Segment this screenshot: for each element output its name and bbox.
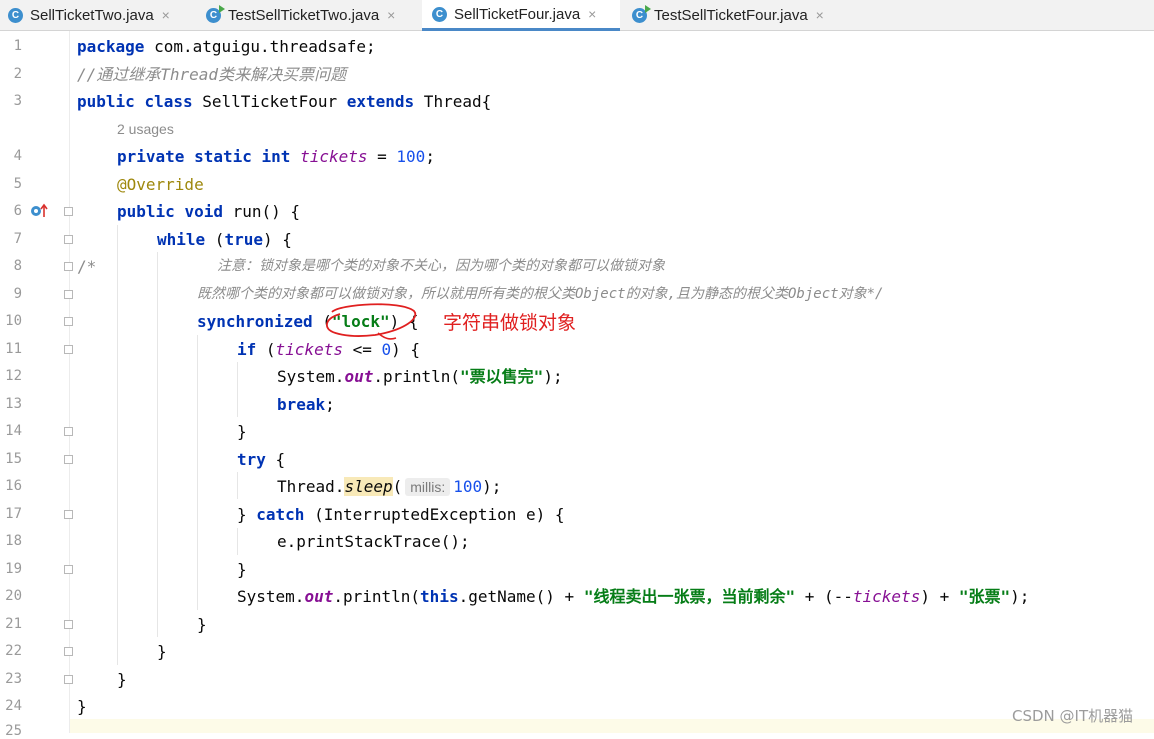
fold-marker[interactable] xyxy=(64,427,73,436)
line-number: 20 xyxy=(5,588,22,604)
line-number: 7 xyxy=(13,231,22,247)
tab-label: TestSellTicketFour.java xyxy=(654,6,808,24)
line-number: 24 xyxy=(5,698,22,714)
code-line: /* xyxy=(77,257,97,276)
current-line-highlight xyxy=(70,719,1154,733)
line-number: 5 xyxy=(13,176,22,192)
indent-guide xyxy=(197,335,198,610)
fold-marker[interactable] xyxy=(64,620,73,629)
line-number: 17 xyxy=(5,506,22,522)
usages-hint[interactable]: 2 usages xyxy=(117,121,174,137)
code-line: System.out.println(this.getName() + "线程卖… xyxy=(237,587,1030,606)
code-line: e.printStackTrace(); xyxy=(277,532,470,551)
code-line: break; xyxy=(277,395,335,414)
parameter-hint: millis: xyxy=(405,478,451,496)
fold-marker[interactable] xyxy=(64,345,73,354)
tab-sellticket-four[interactable]: C SellTicketFour.java × xyxy=(422,0,620,31)
line-number: 2 xyxy=(13,66,22,82)
line-number: 9 xyxy=(13,286,22,302)
fold-marker[interactable] xyxy=(64,675,73,684)
line-number: 23 xyxy=(5,671,22,687)
tab-label: TestSellTicketTwo.java xyxy=(228,6,380,24)
close-icon[interactable]: × xyxy=(162,7,170,23)
fold-marker[interactable] xyxy=(64,235,73,244)
line-number: 11 xyxy=(5,341,22,357)
close-icon[interactable]: × xyxy=(816,7,824,23)
code-line: package com.atguigu.threadsafe; xyxy=(77,37,376,56)
code-line: public void run() { xyxy=(117,202,301,221)
code-line: if (tickets <= 0) { xyxy=(237,340,421,359)
code-line: Thread.sleep(millis: 100); xyxy=(277,477,502,496)
class-icon: C xyxy=(432,6,447,22)
close-icon[interactable]: × xyxy=(588,6,596,22)
line-number: 10 xyxy=(5,313,22,329)
tab-test-sellticket-two[interactable]: C TestSellTicketTwo.java × xyxy=(206,0,418,30)
indent-guide xyxy=(117,225,118,665)
indent-guide xyxy=(157,252,158,637)
fold-marker[interactable] xyxy=(64,510,73,519)
line-number: 14 xyxy=(5,423,22,439)
code-line: try { xyxy=(237,450,286,469)
runnable-class-icon: C xyxy=(206,4,225,23)
tab-label: SellTicketFour.java xyxy=(454,5,581,23)
indent-guide xyxy=(237,472,238,499)
fold-marker[interactable] xyxy=(64,317,73,326)
code-line: System.out.println("票以售完"); xyxy=(277,367,563,386)
code-line: } xyxy=(157,642,167,661)
annotation-note: 字符串做锁对象 xyxy=(443,312,577,334)
indent-guide xyxy=(237,362,238,417)
line-number: 1 xyxy=(13,38,22,54)
tab-test-sellticket-four[interactable]: C TestSellTicketFour.java × xyxy=(632,0,847,30)
line-number: 15 xyxy=(5,451,22,467)
line-number: 4 xyxy=(13,148,22,164)
code-line: private static int tickets = 100; xyxy=(117,147,435,166)
code-line: //通过继承Thread类来解决买票问题 xyxy=(77,65,347,84)
tab-label: SellTicketTwo.java xyxy=(30,6,154,24)
fold-marker[interactable] xyxy=(64,290,73,299)
class-icon: C xyxy=(8,7,23,23)
fold-marker[interactable] xyxy=(64,565,73,574)
line-number: 13 xyxy=(5,396,22,412)
code-line: } xyxy=(77,697,87,716)
override-method-icon[interactable] xyxy=(30,203,50,219)
line-number: 16 xyxy=(5,478,22,494)
line-number: 3 xyxy=(13,93,22,109)
code-line: } catch (InterruptedException e) { xyxy=(237,505,565,524)
code-line: } xyxy=(237,560,247,579)
line-number: 25 xyxy=(5,723,22,739)
line-number: 19 xyxy=(5,561,22,577)
fold-marker[interactable] xyxy=(64,455,73,464)
runnable-class-icon: C xyxy=(632,4,651,23)
line-number: 8 xyxy=(13,258,22,274)
code-line: synchronized ("lock") { xyxy=(197,312,419,331)
fold-marker[interactable] xyxy=(64,262,73,271)
code-line: } xyxy=(197,615,207,634)
code-line: } xyxy=(117,670,127,689)
close-icon[interactable]: × xyxy=(387,7,395,23)
line-number: 18 xyxy=(5,533,22,549)
code-line: 既然哪个类的对象都可以做锁对象，所以就用所有类的根父类Object的对象,且为静… xyxy=(197,286,884,302)
editor-tab-bar: C SellTicketTwo.java × C TestSellTicketT… xyxy=(0,0,1154,31)
watermark: CSDN @IT机器猫 xyxy=(1012,707,1134,725)
fold-marker[interactable] xyxy=(64,207,73,216)
code-line: @Override xyxy=(117,175,204,194)
fold-marker[interactable] xyxy=(64,647,73,656)
tab-sellticket-two[interactable]: C SellTicketTwo.java × xyxy=(8,0,193,30)
line-number: 12 xyxy=(5,368,22,384)
line-number: 21 xyxy=(5,616,22,632)
line-number: 6 xyxy=(13,203,22,219)
indent-guide xyxy=(237,528,238,555)
code-line: 注意：锁对象是哪个类的对象不关心，因为哪个类的对象都可以做锁对象 xyxy=(217,258,665,274)
code-line: while (true) { xyxy=(157,230,292,249)
code-line: } xyxy=(237,422,247,441)
code-line: public class SellTicketFour extends Thre… xyxy=(77,92,492,111)
line-number: 22 xyxy=(5,643,22,659)
